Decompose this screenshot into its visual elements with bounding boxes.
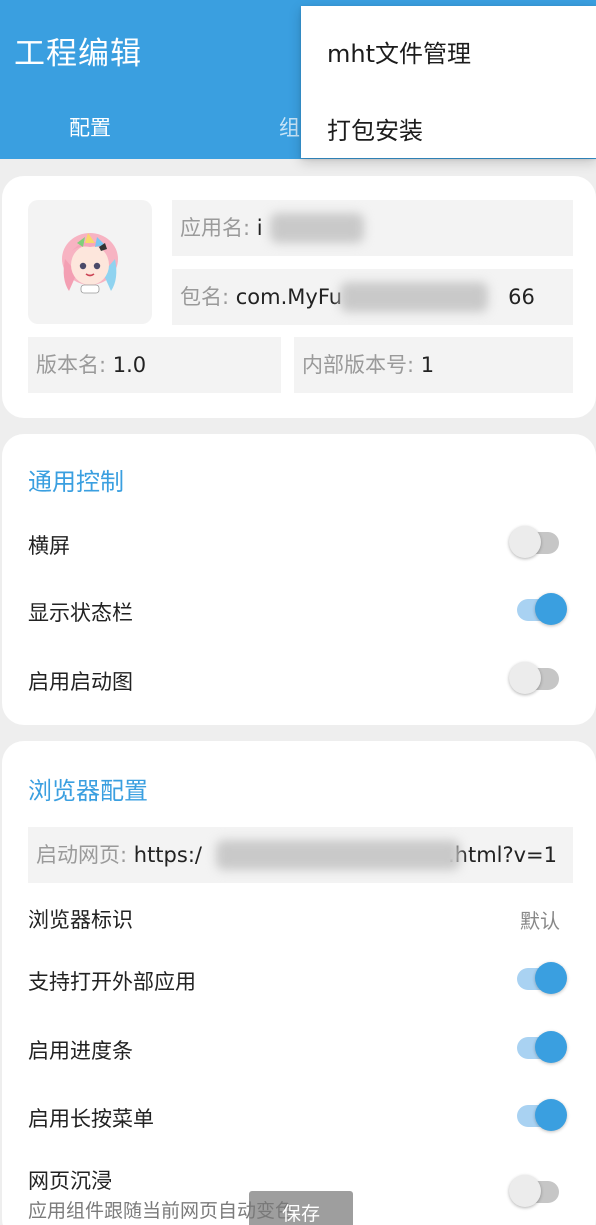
- app-info-card: 应用名: i 包名: com.MyFu 66 版本名: 1.0 内部版本号: 1: [2, 176, 596, 418]
- user-agent-label: 浏览器标识: [28, 908, 133, 932]
- progress-bar-label: 启用进度条: [28, 1039, 133, 1063]
- section-title-general: 通用控制: [28, 468, 124, 496]
- menu-item-mht-file-manager[interactable]: mht文件管理: [327, 34, 471, 69]
- app-name-value: i: [256, 216, 263, 240]
- overflow-popup-menu: mht文件管理 打包安装: [301, 6, 596, 158]
- open-external-apps-switch[interactable]: [505, 961, 567, 997]
- tab-group[interactable]: 组: [279, 112, 300, 142]
- start-page-suffix: .html?v=1: [447, 843, 558, 867]
- app-icon-picker[interactable]: [28, 200, 152, 324]
- immersive-label: 网页沉浸: [28, 1169, 112, 1193]
- show-status-bar-label: 显示状态栏: [28, 601, 133, 625]
- immersive-switch[interactable]: [505, 1174, 567, 1210]
- general-controls-card: 通用控制 横屏 显示状态栏 启用启动图: [2, 434, 596, 725]
- switch-thumb: [535, 1099, 567, 1131]
- switch-thumb: [509, 526, 541, 558]
- redaction-blur: [216, 840, 460, 870]
- package-name-prefix: com.MyFu: [235, 285, 343, 309]
- app-name-label: 应用名:: [180, 216, 257, 240]
- long-press-menu-label: 启用长按菜单: [28, 1107, 154, 1131]
- switch-thumb: [509, 662, 541, 694]
- page-title: 工程编辑: [14, 36, 142, 72]
- long-press-menu-switch[interactable]: [505, 1098, 567, 1134]
- version-code-label: 内部版本号:: [302, 353, 421, 377]
- switch-thumb: [509, 1175, 541, 1207]
- app-name-field[interactable]: 应用名: i: [172, 200, 573, 256]
- enable-splash-label: 启用启动图: [28, 670, 133, 694]
- start-page-field[interactable]: 启动网页: https:/ .html?v=1: [28, 827, 573, 883]
- user-agent-value[interactable]: 默认: [520, 905, 560, 934]
- version-code-value: 1: [420, 353, 435, 377]
- version-code-field[interactable]: 内部版本号: 1: [294, 337, 573, 393]
- progress-bar-switch[interactable]: [505, 1030, 567, 1066]
- redaction-blur: [340, 282, 488, 312]
- enable-splash-switch[interactable]: [505, 661, 567, 697]
- version-name-label: 版本名:: [36, 353, 113, 377]
- app-icon-image: [62, 233, 118, 294]
- section-title-browser: 浏览器配置: [28, 777, 148, 805]
- switch-thumb: [535, 1031, 567, 1063]
- switch-thumb: [535, 962, 567, 994]
- tab-config[interactable]: 配置: [69, 112, 111, 142]
- package-name-suffix: 66: [508, 285, 535, 309]
- redaction-blur: [270, 213, 364, 243]
- open-external-apps-label: 支持打开外部应用: [28, 970, 196, 994]
- version-name-field[interactable]: 版本名: 1.0: [28, 337, 281, 393]
- switch-thumb: [535, 593, 567, 625]
- menu-item-pack-install[interactable]: 打包安装: [327, 111, 423, 146]
- package-name-label: 包名:: [180, 285, 236, 309]
- browser-config-card: 浏览器配置 启动网页: https:/ .html?v=1 浏览器标识 默认 支持…: [2, 741, 596, 1225]
- version-name-value: 1.0: [112, 353, 147, 377]
- landscape-label: 横屏: [28, 534, 70, 558]
- show-status-bar-switch[interactable]: [505, 592, 567, 628]
- package-name-field[interactable]: 包名: com.MyFu 66: [172, 269, 573, 325]
- landscape-switch[interactable]: [505, 525, 567, 561]
- start-page-prefix: https:/: [133, 843, 202, 867]
- start-page-label: 启动网页:: [36, 843, 134, 867]
- save-toast: 保存: [249, 1191, 353, 1225]
